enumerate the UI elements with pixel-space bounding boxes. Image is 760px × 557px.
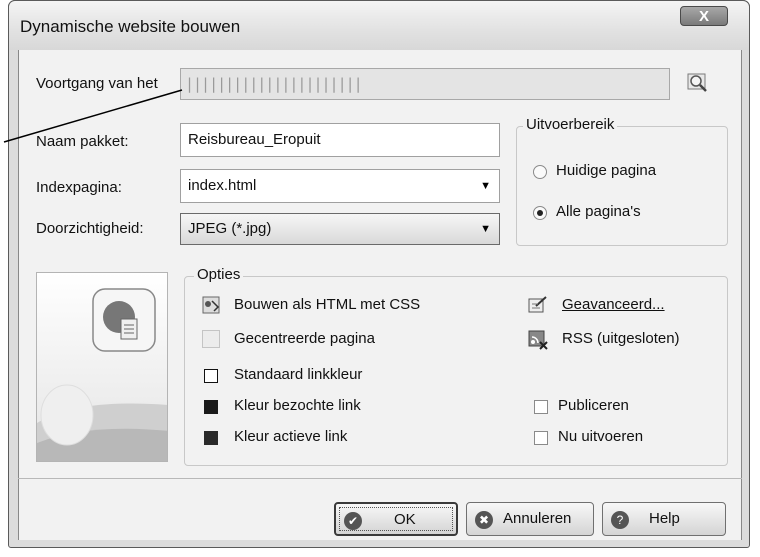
default-link-color-option[interactable]: Standaard linkkleur	[234, 366, 362, 383]
transparency-value: JPEG (*.jpg)	[188, 220, 272, 237]
window-title: Dynamische website bouwen	[20, 17, 241, 36]
run-now-checkbox[interactable]	[534, 431, 548, 445]
output-range-title: Uitvoerbereik	[523, 116, 618, 133]
chevron-down-icon: ▼	[480, 180, 491, 192]
output-range-group	[516, 126, 728, 246]
package-name-input[interactable]: Reisbureau_Eropuit	[180, 123, 500, 157]
active-link-color-option[interactable]: Kleur actieve link	[234, 428, 347, 445]
transparency-label: Doorzichtigheid:	[36, 220, 144, 237]
progress-bar-fill: ||||||||||||||||||||||	[185, 75, 363, 93]
footer-separator	[18, 478, 742, 479]
advanced-button[interactable]: Geavanceerd...	[562, 296, 665, 313]
magnifier-icon[interactable]	[686, 70, 710, 94]
radio-all-pages[interactable]	[533, 206, 547, 220]
index-page-select[interactable]: index.html ▼	[180, 169, 500, 203]
active-link-color-swatch[interactable]	[204, 431, 218, 445]
help-icon: ?	[611, 511, 629, 529]
build-html-css-option[interactable]: Bouwen als HTML met CSS	[234, 296, 420, 313]
ok-button[interactable]: ✔ OK	[334, 502, 458, 536]
progress-bar: ||||||||||||||||||||||	[180, 68, 670, 100]
centered-page-option[interactable]: Gecentreerde pagina	[234, 330, 375, 347]
radio-all-pages-label[interactable]: Alle pagina's	[556, 203, 641, 220]
visited-link-color-swatch[interactable]	[204, 400, 218, 414]
preview-image	[36, 272, 168, 462]
run-now-label[interactable]: Nu uitvoeren	[558, 428, 643, 445]
cancel-button-label: Annuleren	[503, 510, 572, 527]
radio-current-page[interactable]	[533, 165, 547, 179]
centered-page-icon	[202, 330, 220, 348]
advanced-settings-icon	[528, 296, 548, 314]
index-page-value: index.html	[188, 177, 257, 194]
default-link-color-swatch[interactable]	[204, 369, 218, 383]
chevron-down-icon: ▼	[480, 223, 491, 235]
publish-checkbox[interactable]	[534, 400, 548, 414]
radio-current-page-label[interactable]: Huidige pagina	[556, 162, 656, 179]
index-label: Indexpagina:	[36, 179, 122, 196]
cancel-icon: ✖	[475, 511, 493, 529]
rss-icon	[528, 330, 548, 350]
check-icon: ✔	[344, 512, 362, 530]
cancel-button[interactable]: ✖ Annuleren	[466, 502, 594, 536]
visited-link-color-option[interactable]: Kleur bezochte link	[234, 397, 361, 414]
close-button[interactable]: X	[680, 6, 728, 26]
rss-option[interactable]: RSS (uitgesloten)	[562, 330, 680, 347]
transparency-select[interactable]: JPEG (*.jpg) ▼	[180, 213, 500, 245]
options-title: Opties	[194, 266, 244, 283]
ok-button-label: OK	[394, 511, 416, 528]
html-css-icon	[202, 296, 220, 314]
help-button-label: Help	[649, 510, 680, 527]
help-button[interactable]: ? Help	[602, 502, 726, 536]
publish-label[interactable]: Publiceren	[558, 397, 629, 414]
package-label: Naam pakket:	[36, 133, 129, 150]
